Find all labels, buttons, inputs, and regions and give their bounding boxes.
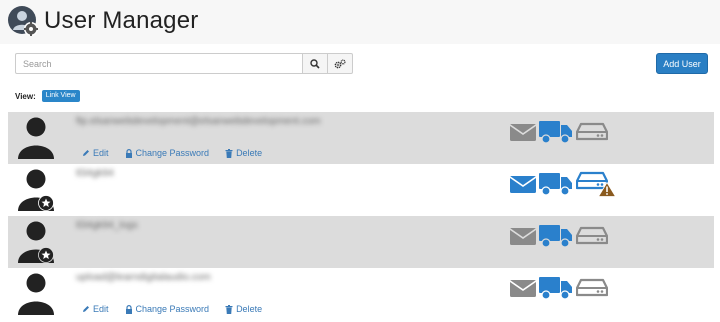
user-row: ftp.elsanwebdevelopment@elsanwebdevelopm… <box>8 112 714 164</box>
view-label: View: <box>15 91 36 101</box>
change-password-link[interactable]: Change Password <box>125 148 210 158</box>
username[interactable]: tl34gk94_logs <box>76 220 138 231</box>
user-avatar-icon <box>18 221 54 263</box>
warning-icon <box>598 182 616 197</box>
change-password-label: Change Password <box>135 304 210 314</box>
edit-label: Edit <box>93 304 109 314</box>
envelope-icon[interactable] <box>510 175 536 193</box>
gears-icon <box>334 58 346 68</box>
truck-icon[interactable] <box>539 171 573 197</box>
user-avatar-icon <box>18 117 54 159</box>
truck-icon[interactable] <box>539 275 573 301</box>
trash-icon <box>225 148 233 158</box>
delete-label: Delete <box>236 304 263 314</box>
lock-icon <box>125 148 132 158</box>
user-list: ftp.elsanwebdevelopment@elsanwebdevelopm… <box>8 112 714 320</box>
page-title: User Manager <box>44 7 199 34</box>
service-icons <box>510 223 608 249</box>
pencil-icon <box>83 150 89 156</box>
user-row: tl34gk94 <box>8 164 714 216</box>
service-icons <box>510 275 608 301</box>
delete-link[interactable]: Delete <box>225 304 262 314</box>
view-selector: View: Link View <box>15 90 80 102</box>
user-manager-logo-icon <box>8 6 38 36</box>
link-view-button[interactable]: Link View <box>41 90 80 102</box>
delete-label: Delete <box>236 148 263 158</box>
username[interactable]: upload@learndigitalaudio.com <box>76 272 211 283</box>
username[interactable]: tl34gk94 <box>76 168 114 179</box>
advanced-search-button[interactable] <box>328 53 353 74</box>
row-actions: Edit Change Password Delete <box>82 304 262 314</box>
service-icons <box>510 119 608 145</box>
user-avatar-icon <box>18 273 54 315</box>
row-actions: Edit Change Password Delete <box>82 148 262 158</box>
webdisk-status[interactable] <box>575 171 616 197</box>
envelope-icon[interactable] <box>510 123 536 141</box>
service-icons <box>510 171 616 197</box>
delete-link[interactable]: Delete <box>225 148 262 158</box>
envelope-icon[interactable] <box>510 227 536 245</box>
header-bar: User Manager <box>0 0 720 44</box>
drive-icon[interactable] <box>576 226 608 246</box>
drive-icon[interactable] <box>576 122 608 142</box>
envelope-icon[interactable] <box>510 279 536 297</box>
user-row: upload@learndigitalaudio.com Edit Change… <box>8 268 714 320</box>
truck-icon[interactable] <box>539 223 573 249</box>
drive-icon[interactable] <box>576 278 608 298</box>
search-button[interactable] <box>303 53 329 74</box>
pencil-icon <box>83 306 89 312</box>
edit-label: Edit <box>93 148 109 158</box>
truck-icon[interactable] <box>539 119 573 145</box>
change-password-label: Change Password <box>135 148 210 158</box>
lock-icon <box>125 304 132 314</box>
user-row: tl34gk94_logs <box>8 216 714 268</box>
search-icon <box>310 58 320 69</box>
trash-icon <box>225 304 233 314</box>
username[interactable]: ftp.elsanwebdevelopment@elsanwebdevelopm… <box>76 116 321 127</box>
search-input[interactable] <box>15 53 304 74</box>
user-avatar-icon <box>18 169 54 211</box>
change-password-link[interactable]: Change Password <box>125 304 210 314</box>
add-user-button[interactable]: Add User <box>656 53 708 74</box>
edit-link[interactable]: Edit <box>82 148 109 158</box>
edit-link[interactable]: Edit <box>82 304 109 314</box>
search-group <box>15 53 353 74</box>
